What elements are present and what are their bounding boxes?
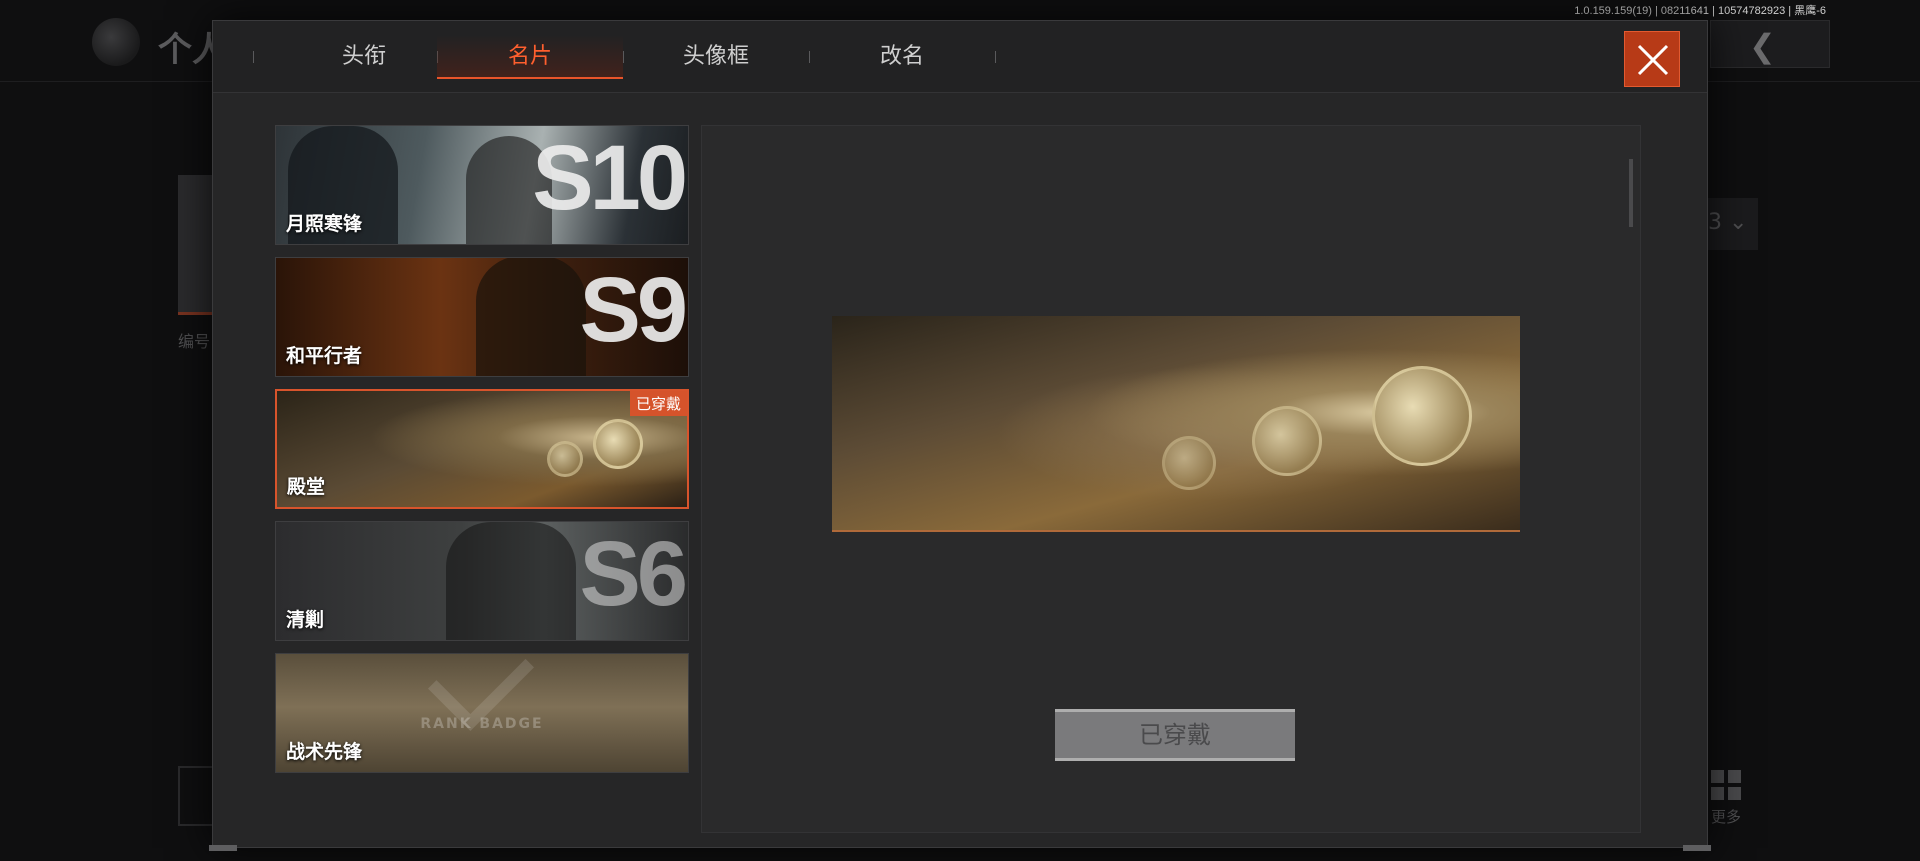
close-icon <box>1637 44 1669 76</box>
chevron-left-icon: ❮ <box>1749 27 1776 65</box>
chevron-down-icon: ⌄ <box>1729 210 1748 235</box>
coin-graphic <box>547 441 583 477</box>
modal-corner <box>209 845 237 851</box>
background-back-button: ❮ <box>1710 20 1830 68</box>
tab-title[interactable]: 头衔 <box>271 35 457 79</box>
soldier-silhouette <box>476 258 586 376</box>
namecard-label: 和平行者 <box>286 345 363 367</box>
namecard-label: 战术先锋 <box>286 741 363 763</box>
namecard-label: 殿堂 <box>287 476 326 498</box>
background-more-label: 更多 <box>1710 808 1741 826</box>
namecard-art: S6 <box>276 522 688 640</box>
namecard-preview-image <box>832 316 1520 532</box>
background-id-label: 编号 <box>178 332 211 351</box>
grid-icon <box>1711 770 1741 800</box>
globe-icon <box>92 18 140 66</box>
season-mark: S9 <box>579 259 688 361</box>
equipped-button[interactable]: 已穿戴 <box>1055 709 1295 761</box>
namecard-art <box>277 391 687 507</box>
profile-customize-modal: 头衔 名片 头像框 改名 S10 月照寒锋 S9 和平行者 已穿戴 殿堂 S6 … <box>209 20 1711 851</box>
coin-graphic <box>1252 406 1322 476</box>
season-mark: S10 <box>532 127 688 229</box>
namecard-label: 月照寒锋 <box>286 213 363 235</box>
namecard-list: S10 月照寒锋 S9 和平行者 已穿戴 殿堂 S6 清剿 RANK BADGE… <box>275 125 689 833</box>
tab-namecard[interactable]: 名片 <box>437 35 623 79</box>
background-dropdown-value: 3 <box>1708 210 1722 235</box>
rank-badge-text: RANK BADGE <box>420 716 544 732</box>
tab-avatar-frame[interactable]: 头像框 <box>623 35 809 79</box>
soldier-silhouette <box>446 522 576 640</box>
namecard-item-hall[interactable]: 已穿戴 殿堂 <box>275 389 689 509</box>
background-more-button: 更多 <box>1704 766 1748 836</box>
coin-graphic <box>1372 366 1472 466</box>
namecard-item-s6[interactable]: S6 清剿 <box>275 521 689 641</box>
tab-rename[interactable]: 改名 <box>809 35 995 79</box>
tab-separator <box>253 51 254 63</box>
season-mark: S6 <box>579 523 688 625</box>
close-button[interactable] <box>1624 31 1680 87</box>
namecard-item-s9[interactable]: S9 和平行者 <box>275 257 689 377</box>
coin-graphic <box>1162 436 1216 490</box>
tab-separator <box>995 51 996 63</box>
namecard-item-rank[interactable]: RANK BADGE 战术先锋 <box>275 653 689 773</box>
coin-graphic <box>593 419 643 469</box>
namecard-item-s10[interactable]: S10 月照寒锋 <box>275 125 689 245</box>
modal-corner <box>1683 845 1711 851</box>
namecard-label: 清剿 <box>286 609 325 631</box>
version-text: 1.0.159.159(19) | 08211641 | 10574782923… <box>1574 5 1826 17</box>
background-dropdown: 3 ⌄ <box>1700 198 1758 250</box>
tab-bar: 头衔 名片 头像框 改名 <box>213 21 1707 93</box>
equipped-badge: 已穿戴 <box>629 391 687 416</box>
preview-scrollbar[interactable] <box>1629 159 1633 227</box>
